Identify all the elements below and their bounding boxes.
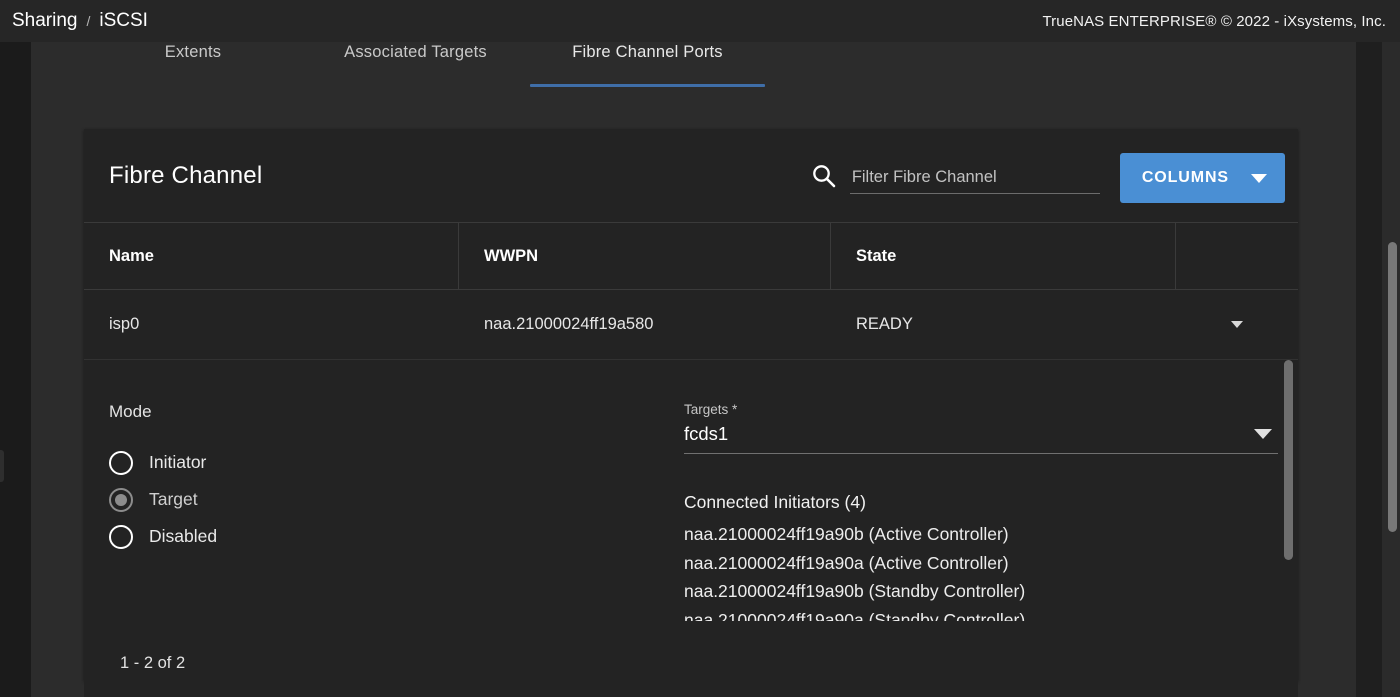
row-detail-panel: Mode Initiator Target Disabled Targets * (84, 360, 1298, 621)
page-scrollbar-thumb[interactable] (1388, 242, 1397, 532)
breadcrumb: Sharing / iSCSI (12, 10, 148, 32)
cell-name: isp0 (109, 315, 140, 333)
list-item: naa.21000024ff19a90a (Active Controller) (684, 552, 1009, 573)
radio-icon-disabled (109, 524, 133, 549)
chevron-down-icon (1231, 321, 1243, 328)
chevron-down-icon (1254, 429, 1272, 439)
search-icon (811, 163, 837, 189)
sidebar-collapse-handle[interactable] (0, 450, 4, 482)
copyright-text: TrueNAS ENTERPRISE® © 2022 - iXsystems, … (1042, 12, 1386, 30)
list-item: naa.21000024ff19a90a (Standby Controller… (684, 610, 1026, 621)
targets-field-label: Targets * (684, 402, 738, 417)
row-expand-toggle[interactable] (1176, 290, 1298, 360)
tab-fibre-channel-ports-label: Fibre Channel Ports (572, 42, 723, 61)
column-header-name[interactable]: Name (84, 222, 459, 290)
mode-section: Mode Initiator Target Disabled (84, 402, 684, 621)
table-row[interactable]: isp0 naa.21000024ff19a580 READY (84, 290, 1298, 360)
page-scrollbar-track[interactable] (1382, 42, 1400, 697)
tab-bar: Extents Associated Targets Fibre Channel… (31, 42, 1356, 94)
card-header-actions: COLUMNS (811, 153, 1285, 203)
tab-extents[interactable]: Extents (115, 42, 271, 78)
column-header-actions (1176, 222, 1298, 290)
connected-initiators-title: Connected Initiators (4) (684, 492, 866, 512)
radio-icon-target-selected (109, 487, 133, 512)
radio-option-disabled[interactable]: Disabled (109, 518, 684, 555)
active-tab-underline (530, 84, 765, 87)
mode-section-label: Mode (109, 402, 152, 421)
radio-label-initiator: Initiator (149, 452, 207, 472)
card-title: Fibre Channel (109, 161, 263, 189)
page-right-edge (1356, 42, 1382, 697)
column-header-state[interactable]: State (831, 222, 1176, 290)
columns-button-label: COLUMNS (1141, 169, 1229, 186)
list-item: naa.21000024ff19a90b (Active Controller) (684, 524, 1009, 544)
connected-initiators-list: Connected Initiators (4) naa.21000024ff1… (684, 492, 1278, 621)
tab-fibre-channel-ports[interactable]: Fibre Channel Ports (530, 42, 765, 87)
breadcrumb-current: iSCSI (99, 10, 148, 31)
list-item: naa.21000024ff19a90b (Standby Controller… (684, 581, 1026, 602)
fibre-channel-card: Fibre Channel COLUMNS Name WWPN State (84, 129, 1298, 681)
chevron-down-icon (1251, 173, 1267, 183)
tab-associated-targets[interactable]: Associated Targets (303, 42, 528, 78)
targets-select[interactable]: fcds1 (684, 423, 1278, 454)
radio-label-disabled: Disabled (149, 526, 218, 546)
targets-select-value: fcds1 (684, 423, 729, 444)
breadcrumb-separator: / (86, 13, 91, 29)
targets-section: Targets * fcds1 Connected Initiators (4)… (684, 402, 1298, 621)
radio-label-target: Target (149, 489, 198, 509)
table-paginator: 1 - 2 of 2 (84, 630, 1298, 697)
tab-extents-label: Extents (164, 42, 222, 61)
radio-option-initiator[interactable]: Initiator (109, 444, 684, 481)
radio-icon-initiator (109, 450, 133, 475)
pagination-range-label: 1 - 2 of 2 (120, 654, 186, 672)
cell-wwpn: naa.21000024ff19a580 (484, 315, 654, 333)
filter-input[interactable] (849, 167, 1100, 194)
card-header: Fibre Channel COLUMNS (84, 129, 1298, 222)
left-nav-rail (0, 42, 31, 697)
cell-state: READY (856, 315, 913, 333)
filter-group (811, 163, 1100, 194)
detail-vertical-scrollbar[interactable] (1284, 360, 1293, 560)
tab-associated-targets-label: Associated Targets (344, 42, 487, 61)
column-header-wwpn[interactable]: WWPN (459, 222, 831, 290)
radio-option-target[interactable]: Target (109, 481, 684, 518)
breadcrumb-root[interactable]: Sharing (12, 10, 78, 32)
table-header-row: Name WWPN State (84, 222, 1298, 290)
columns-button[interactable]: COLUMNS (1119, 153, 1285, 203)
top-header-bar: Sharing / iSCSI TrueNAS ENTERPRISE® © 20… (0, 0, 1400, 42)
